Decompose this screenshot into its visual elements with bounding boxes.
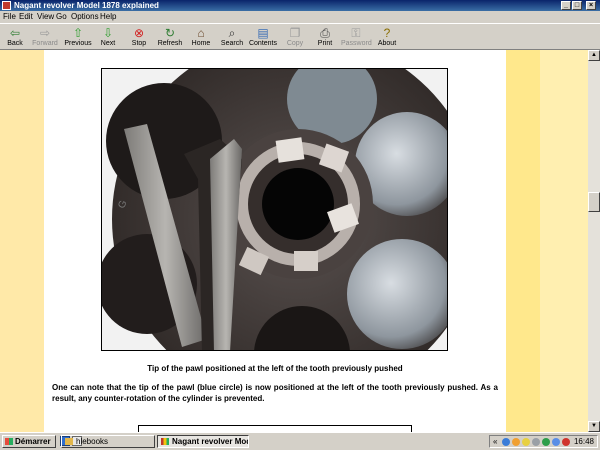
network-icon[interactable] xyxy=(502,438,510,446)
maximize-button[interactable]: □ xyxy=(572,1,582,10)
back-button[interactable]: ⇦ Back xyxy=(0,25,30,49)
help-icon: ? xyxy=(383,26,391,40)
tray-expand-button[interactable]: « xyxy=(493,436,497,447)
description-paragraph: One can note that the tip of the pawl (b… xyxy=(52,383,498,403)
decorative-right-band xyxy=(506,50,540,432)
forward-button[interactable]: ⇨ Forward xyxy=(30,25,60,49)
next-image-frame xyxy=(138,425,412,432)
revolver-cylinder-photo: G xyxy=(101,68,448,351)
system-tray: « 16:48 xyxy=(489,435,598,448)
copy-icon: ❐ xyxy=(289,26,301,40)
arrow-right-icon: ⇨ xyxy=(39,26,51,40)
decorative-right-band-outer xyxy=(540,50,588,432)
alert-icon[interactable] xyxy=(562,438,570,446)
title-bar: Nagant revolver Model 1878 explained _ □… xyxy=(0,0,600,11)
contents-button[interactable]: ▤ Contents xyxy=(248,25,278,49)
vertical-scrollbar[interactable]: ▲ ▼ xyxy=(588,50,600,432)
menu-file[interactable]: File xyxy=(3,11,16,23)
task-nagant-revolver[interactable]: Nagant revolver Model... xyxy=(157,435,249,448)
toolbar: ⇦ Back ⇨ Forward ⇧ Previous ⇩ Next ⊗ Sto… xyxy=(0,23,600,50)
home-button[interactable]: ⌂ Home xyxy=(186,25,216,49)
display-icon[interactable] xyxy=(552,438,560,446)
app-icon xyxy=(2,1,11,10)
clock: 16:48 xyxy=(573,437,594,446)
menu-options[interactable]: Options xyxy=(71,11,99,23)
arrow-left-icon: ⇦ xyxy=(9,26,21,40)
password-button[interactable]: ⚿ Password xyxy=(341,25,372,49)
menu-help[interactable]: Help xyxy=(100,11,116,23)
scroll-up-button[interactable]: ▲ xyxy=(588,50,600,61)
about-button[interactable]: ? About xyxy=(372,25,402,49)
contents-icon: ▤ xyxy=(257,26,269,40)
security-icon[interactable] xyxy=(522,438,530,446)
task-hlebooks[interactable]: hlebooks xyxy=(61,435,155,448)
windows-flag-icon xyxy=(5,438,13,445)
previous-button[interactable]: ⇧ Previous xyxy=(63,25,93,49)
close-button[interactable]: × xyxy=(586,1,596,10)
menu-go[interactable]: Go xyxy=(56,11,67,23)
printer-icon[interactable] xyxy=(532,438,540,446)
update-icon[interactable] xyxy=(512,438,520,446)
taskbar: Démarrer hlebooks Nagant revolver Model.… xyxy=(0,432,600,450)
stop-icon: ⊗ xyxy=(133,26,145,40)
scroll-down-button[interactable]: ▼ xyxy=(588,421,600,432)
search-button[interactable]: ⌕ Search xyxy=(217,25,247,49)
refresh-icon: ↻ xyxy=(164,26,176,40)
minimize-button[interactable]: _ xyxy=(561,1,571,10)
print-icon: ⎙ xyxy=(320,26,330,40)
next-button[interactable]: ⇩ Next xyxy=(93,25,123,49)
menu-bar: File Edit View Go Options Help xyxy=(0,11,600,23)
menu-view[interactable]: View xyxy=(37,11,54,23)
menu-edit[interactable]: Edit xyxy=(19,11,33,23)
antivirus-icon[interactable] xyxy=(542,438,550,446)
home-icon: ⌂ xyxy=(197,26,205,40)
folder-icon xyxy=(65,438,73,445)
photo-caption: Tip of the pawl positioned at the left o… xyxy=(147,364,403,373)
content-area: G Tip of the pawl positioned at the left… xyxy=(0,50,588,432)
key-icon: ⚿ xyxy=(351,26,361,40)
decorative-left-band xyxy=(0,50,44,432)
refresh-button[interactable]: ↻ Refresh xyxy=(155,25,185,49)
scroll-thumb[interactable] xyxy=(588,192,600,212)
search-icon: ⌕ xyxy=(228,26,236,40)
print-button[interactable]: ⎙ Print xyxy=(310,25,340,49)
copy-button[interactable]: ❐ Copy xyxy=(280,25,310,49)
start-button[interactable]: Démarrer xyxy=(2,435,56,448)
window-title: Nagant revolver Model 1878 explained xyxy=(14,1,159,10)
arrow-up-icon: ⇧ xyxy=(72,26,84,40)
arrow-down-icon: ⇩ xyxy=(102,26,114,40)
stop-button[interactable]: ⊗ Stop xyxy=(124,25,154,49)
ebook-icon xyxy=(161,438,169,445)
